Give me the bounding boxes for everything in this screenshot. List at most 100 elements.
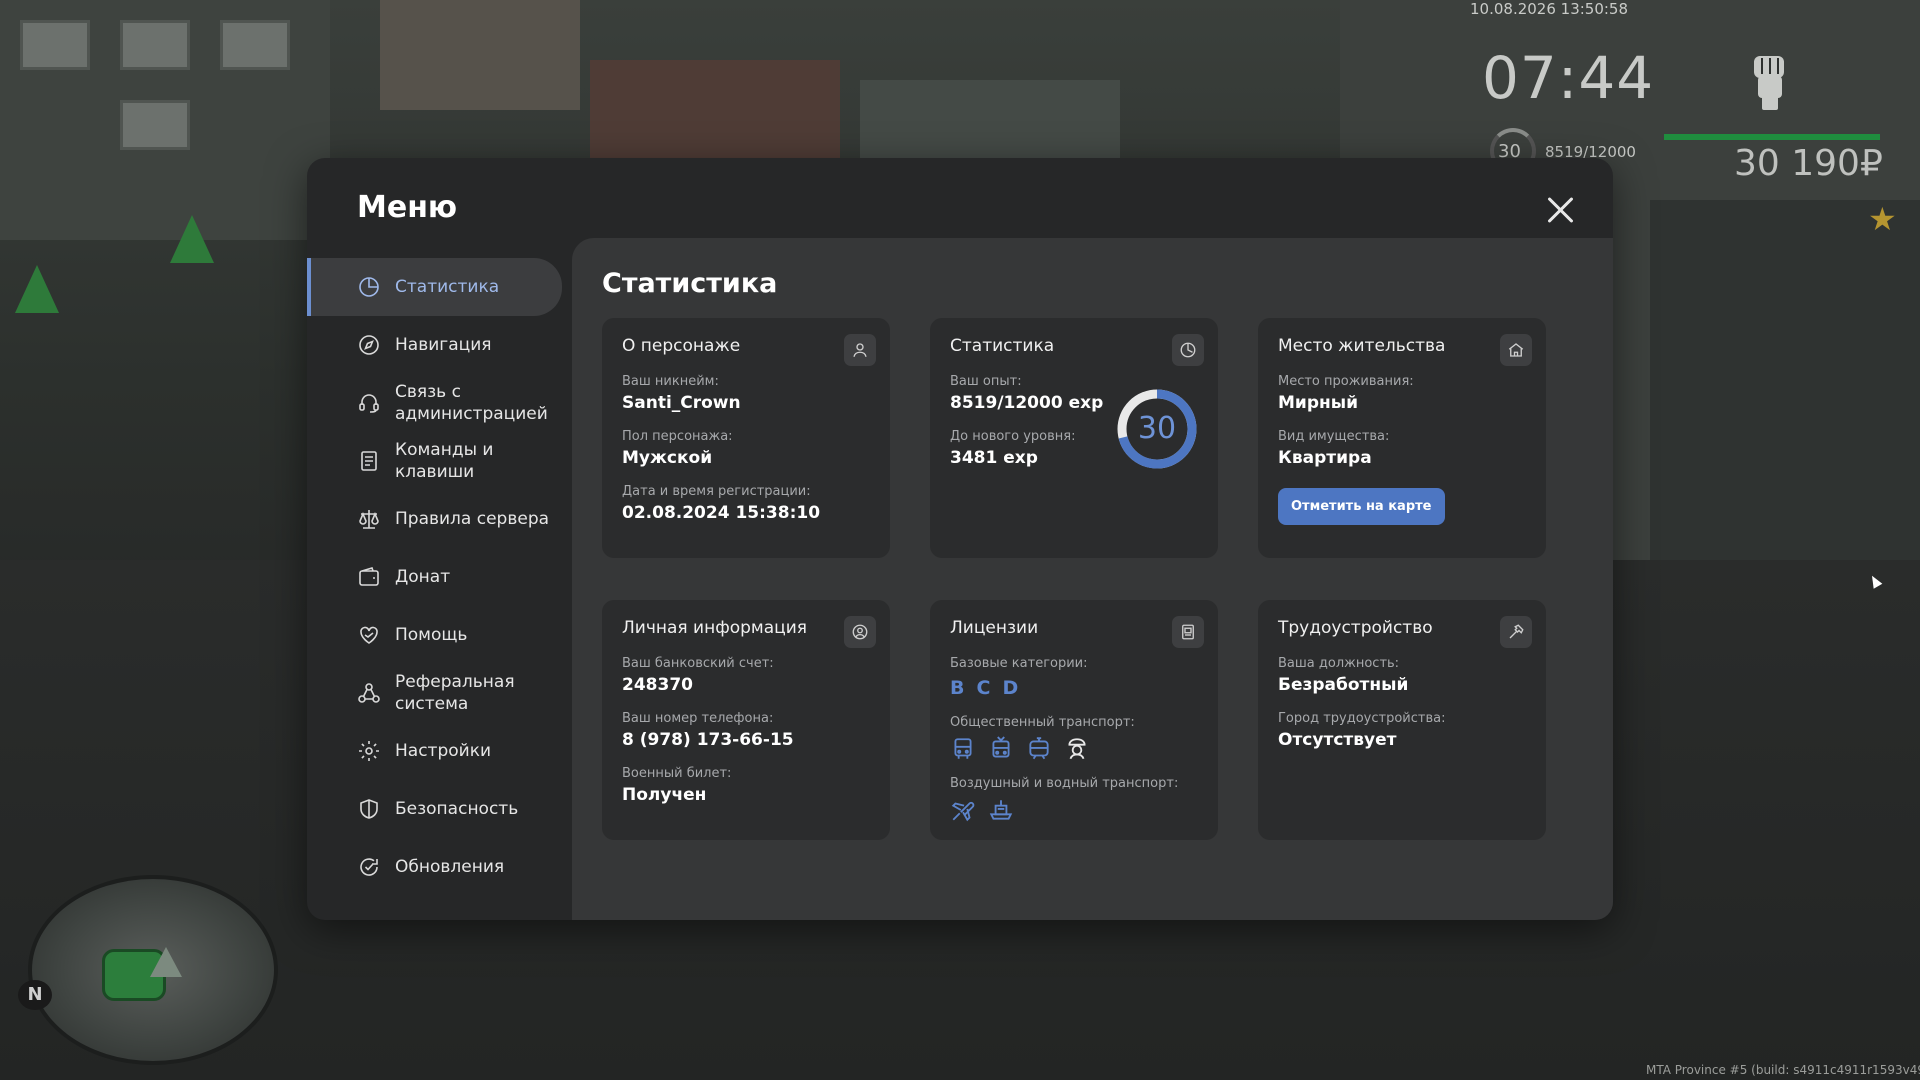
level-number: 30 <box>1137 411 1177 446</box>
bank-account-label: Ваш банковский счет: <box>622 656 774 671</box>
taxi-driver-icon <box>1068 738 1086 760</box>
player-arrow-icon <box>150 947 182 977</box>
license-category: C <box>976 677 991 699</box>
section-title: Статистика <box>602 268 778 299</box>
position-label: Ваша должность: <box>1278 656 1400 671</box>
sidebar-item-label: Связь с администрацией <box>395 382 548 424</box>
house-icon <box>1500 334 1532 366</box>
air-water-transport-icons <box>950 797 1198 823</box>
menu-panel: Меню Статистика Навигация Связь с админи… <box>307 158 1613 920</box>
sidebar-item-donate[interactable]: Донат <box>307 548 562 606</box>
license-document-icon <box>1172 616 1204 648</box>
sidebar-item-settings[interactable]: Настройки <box>307 722 562 780</box>
user-icon <box>844 334 876 366</box>
nickname-label: Ваш никнейм: <box>622 374 719 389</box>
sidebar-item-label: Реферальная система <box>395 672 515 714</box>
sidebar-item-rules[interactable]: Правила сервера <box>307 490 562 548</box>
card-title: Статистика <box>950 336 1055 356</box>
employment-city-label: Город трудоустройства: <box>1278 711 1446 726</box>
gear-icon <box>357 739 381 763</box>
license-category: D <box>1002 677 1019 699</box>
sidebar-item-referral[interactable]: Реферальная система <box>307 664 562 722</box>
property-type-value: Квартира <box>1278 448 1372 468</box>
boat-icon <box>989 800 1013 820</box>
sidebar-item-contact-admin[interactable]: Связь с администрацией <box>307 374 562 432</box>
building-window <box>120 20 190 70</box>
residence-place-value: Мирный <box>1278 393 1359 413</box>
gender-value: Мужской <box>622 448 713 468</box>
card-title: Трудоустройство <box>1278 618 1433 638</box>
registration-value: 02.08.2024 15:38:10 <box>622 503 821 523</box>
sidebar-item-label: Правила сервера <box>395 509 550 529</box>
scales-icon <box>357 507 381 531</box>
sidebar-item-label: Донат <box>395 567 451 587</box>
licenses-card: Лицензии Базовые категории: B C D Общест… <box>930 600 1218 840</box>
sidebar-item-label: Обновления <box>395 857 505 877</box>
residence-place-label: Место проживания: <box>1278 374 1414 389</box>
card-title: Лицензии <box>950 618 1039 638</box>
sidebar-item-navigation[interactable]: Навигация <box>307 316 562 374</box>
hammer-icon <box>1500 616 1532 648</box>
air-water-transport-label: Воздушный и водный транспорт: <box>950 776 1179 791</box>
building-entrance <box>1650 200 1920 560</box>
wallet-icon <box>357 565 381 589</box>
mark-on-map-button[interactable]: Отметить на карте <box>1278 488 1445 525</box>
sidebar-item-security[interactable]: Безопасность <box>307 780 562 838</box>
tram-icon <box>1029 737 1049 760</box>
hud-datetime: 10.08.2026 13:50:58 <box>1470 0 1629 18</box>
sidebar-item-label: Команды и клавиши <box>395 440 494 482</box>
wanted-star-icon: ★ <box>1868 200 1897 238</box>
sidebar-item-label: Статистика <box>395 277 500 297</box>
building-window <box>20 20 90 70</box>
minimap <box>28 875 278 1065</box>
nickname-value: Santi_Crown <box>622 393 741 413</box>
compass-icon <box>357 333 381 357</box>
menu-sidebar: Статистика Навигация Связь с администрац… <box>307 258 572 896</box>
hud-clock: 07:44 <box>1482 44 1655 112</box>
build-info: MTA Province #5 (build: s4911c4911r1593v… <box>1646 1063 1920 1077</box>
property-type-label: Вид имущества: <box>1278 429 1390 444</box>
shed-building <box>860 80 1120 170</box>
sidebar-item-label: Навигация <box>395 335 492 355</box>
bank-account-value: 248370 <box>622 675 693 695</box>
registration-label: Дата и время регистрации: <box>622 484 811 499</box>
trolleybus-icon <box>992 736 1010 758</box>
residence-card: Место жительства Место проживания: Мирны… <box>1258 318 1546 558</box>
character-card: О персонаже Ваш никнейм: Santi_Crown Пол… <box>602 318 890 558</box>
bus-icon <box>954 738 972 759</box>
document-list-icon <box>357 449 381 473</box>
sidebar-item-statistics[interactable]: Статистика <box>307 258 562 316</box>
building-window <box>120 100 190 150</box>
sidebar-item-label: Помощь <box>395 625 468 645</box>
airplane-icon <box>951 801 975 822</box>
shield-icon <box>357 797 381 821</box>
clock-pie-icon <box>1172 334 1204 366</box>
sidebar-item-help[interactable]: Помощь <box>307 606 562 664</box>
tree-marker-icon <box>170 215 214 263</box>
license-category: B <box>950 677 965 699</box>
sidebar-item-label: Безопасность <box>395 799 519 819</box>
military-id-label: Военный билет: <box>622 766 732 781</box>
card-title: Место жительства <box>1278 336 1446 356</box>
stats-card: Статистика Ваш опыт: 8519/12000 exp До н… <box>930 318 1218 558</box>
house-building <box>380 0 580 110</box>
pie-chart-icon <box>357 275 381 299</box>
headset-icon <box>357 391 381 415</box>
sidebar-item-commands[interactable]: Команды и клавиши <box>307 432 562 490</box>
sidebar-item-label: Настройки <box>395 741 492 761</box>
heart-hands-icon <box>357 623 381 647</box>
sidebar-item-updates[interactable]: Обновления <box>307 838 562 896</box>
public-transport-icons <box>950 736 1198 762</box>
card-title: О персонаже <box>622 336 741 356</box>
military-id-value: Получен <box>622 785 707 805</box>
statistics-content: Статистика О персонаже Ваш никнейм: Sant… <box>572 238 1613 920</box>
menu-title: Меню <box>357 190 458 225</box>
personal-info-card: Личная информация Ваш банковский счет: 2… <box>602 600 890 840</box>
referral-network-icon <box>357 681 381 705</box>
health-bar <box>1664 134 1880 140</box>
building-window <box>220 20 290 70</box>
close-icon[interactable] <box>1543 192 1579 228</box>
exp-label: Ваш опыт: <box>950 374 1022 389</box>
apartment-building-left <box>0 0 330 240</box>
fist-icon <box>1748 52 1792 110</box>
